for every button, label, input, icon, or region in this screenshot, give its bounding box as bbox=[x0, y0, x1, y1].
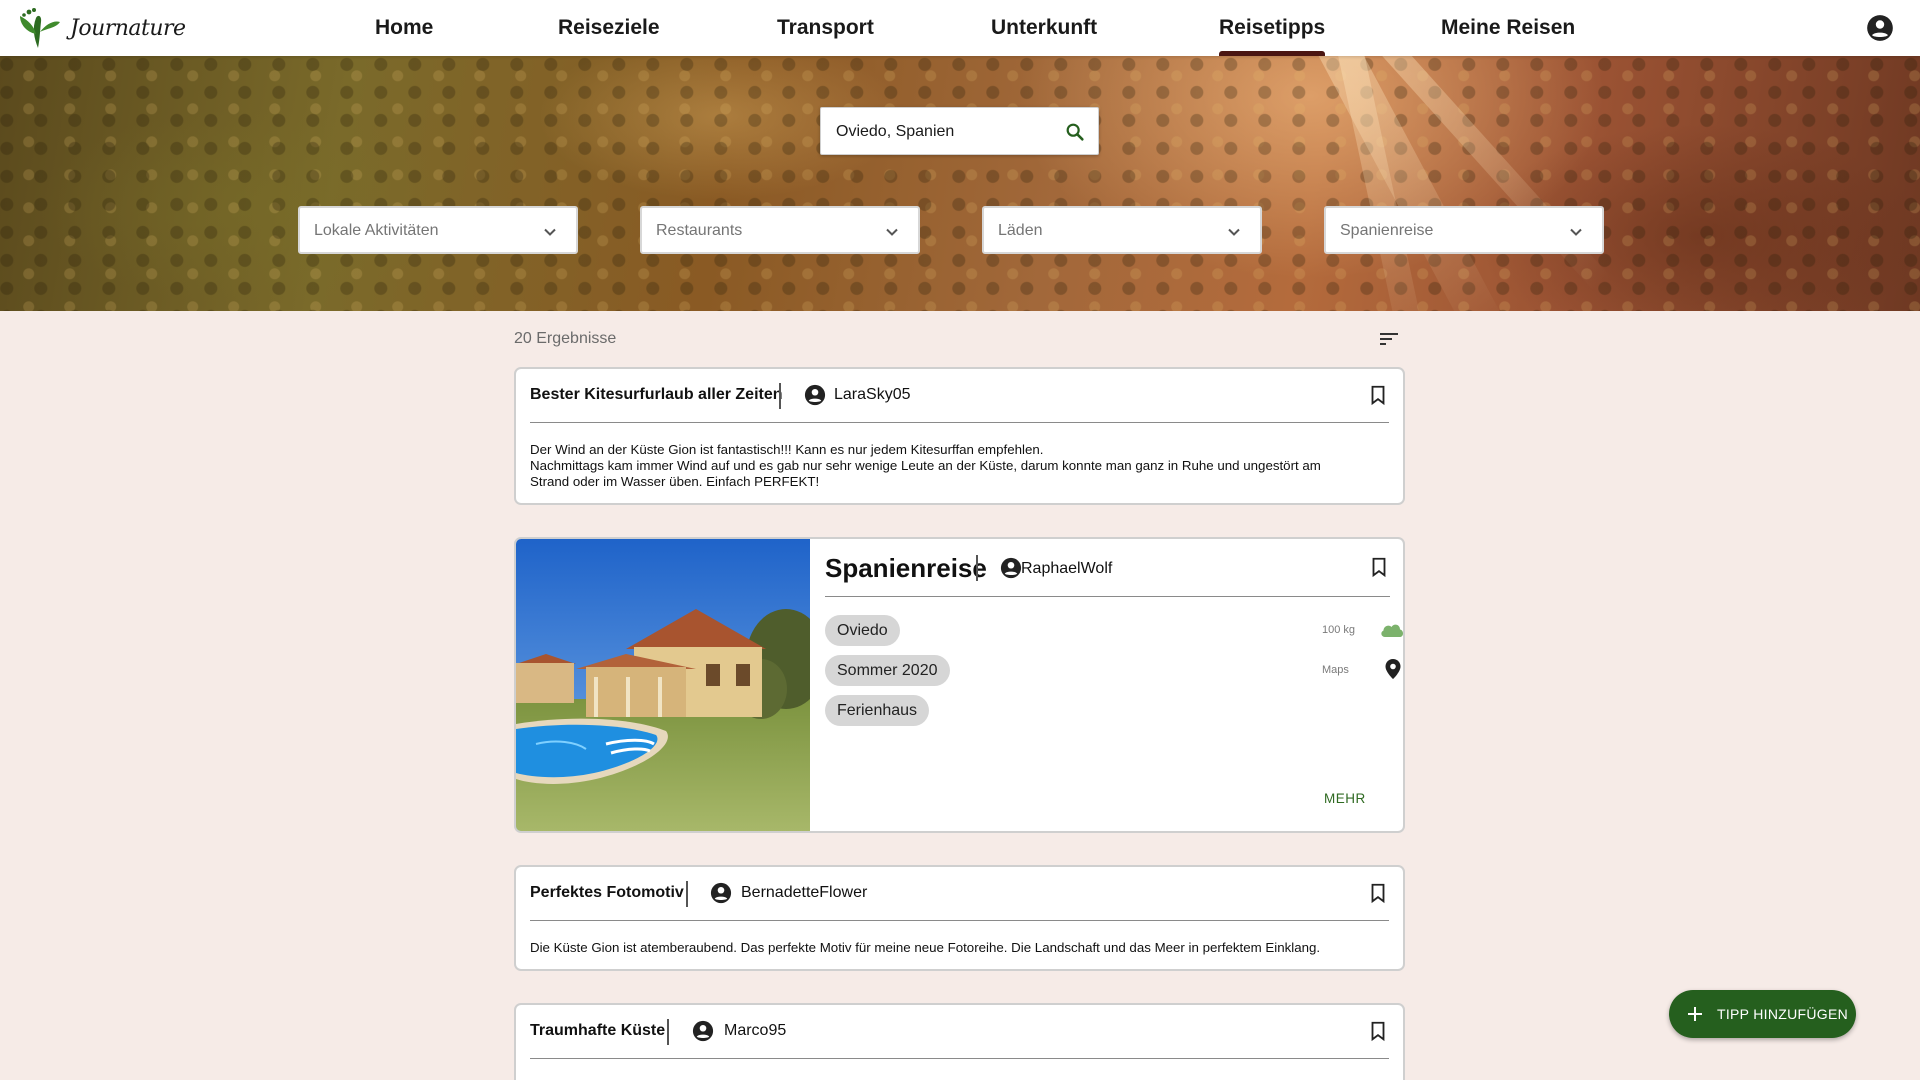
plus-icon bbox=[1688, 1007, 1702, 1021]
results-count: 20 Ergebnisse bbox=[514, 330, 617, 347]
card-text: Die Küste Gion ist atemberaubend. Das pe… bbox=[530, 940, 1367, 956]
maps-label[interactable]: Maps bbox=[1322, 664, 1349, 676]
user-icon bbox=[710, 882, 732, 904]
user-icon bbox=[1000, 557, 1022, 579]
card-header: Perfektes Fotomotiv BernadetteFlower bbox=[530, 867, 1389, 921]
nav-meine-reisen[interactable]: Meine Reisen bbox=[1441, 0, 1575, 56]
card-header: Bester Kitesurfurlaub aller Zeiten LaraS… bbox=[530, 369, 1389, 423]
bookmark-icon[interactable] bbox=[1367, 882, 1389, 904]
search-field[interactable]: Oviedo, Spanien bbox=[820, 107, 1099, 155]
nav-home[interactable]: Home bbox=[375, 0, 433, 56]
co2-label: 100 kg bbox=[1322, 624, 1356, 636]
nav-unterkunft[interactable]: Unterkunft bbox=[991, 0, 1097, 56]
more-button[interactable]: MEHR bbox=[1324, 791, 1366, 806]
bookmark-icon[interactable] bbox=[1368, 556, 1390, 578]
chevron-down-icon bbox=[886, 228, 898, 236]
trip-title: Spanienreise bbox=[825, 553, 987, 583]
filter-laeden[interactable]: Läden bbox=[982, 206, 1262, 254]
top-navigation: Journature Home Reiseziele Transport Unt… bbox=[0, 0, 1920, 56]
user-name[interactable]: LaraSky05 bbox=[834, 386, 911, 404]
bookmark-icon[interactable] bbox=[1367, 384, 1389, 406]
card-header: Traumhafte Küste Marco95 bbox=[530, 1005, 1389, 1059]
filter-restaurants[interactable]: Restaurants bbox=[640, 206, 920, 254]
chevron-down-icon bbox=[1228, 228, 1240, 236]
trip-photo bbox=[516, 539, 810, 831]
filter-label: Lokale Aktivitäten bbox=[314, 222, 439, 239]
card-title: Traumhafte Küste bbox=[530, 1022, 666, 1039]
tag-chip[interactable]: Sommer 2020 bbox=[825, 655, 950, 686]
search-icon[interactable] bbox=[1064, 121, 1086, 143]
tip-card[interactable]: Traumhafte Küste Marco95 bbox=[514, 1003, 1405, 1080]
divider bbox=[686, 881, 688, 907]
card-text-line: Nachmittags kam immer Wind auf und es ga… bbox=[530, 458, 1321, 473]
filter-label: Läden bbox=[998, 222, 1043, 239]
forest-texture bbox=[0, 56, 1920, 311]
cloud-icon bbox=[1381, 624, 1403, 637]
user-name[interactable]: RaphaelWolf bbox=[1021, 560, 1112, 578]
logo[interactable]: Journature bbox=[16, 6, 186, 50]
tag-chip[interactable]: Oviedo bbox=[825, 615, 900, 646]
divider bbox=[976, 555, 978, 581]
search-input[interactable]: Oviedo, Spanien bbox=[836, 123, 954, 141]
user-name[interactable]: Marco95 bbox=[724, 1022, 786, 1040]
tip-card[interactable]: Perfektes Fotomotiv BernadetteFlower Die… bbox=[514, 865, 1405, 971]
add-tip-label: TIPP HINZUFÜGEN bbox=[1717, 1006, 1849, 1022]
user-icon bbox=[692, 1020, 714, 1042]
tip-card[interactable]: Bester Kitesurfurlaub aller Zeiten LaraS… bbox=[514, 367, 1405, 505]
add-tip-button[interactable]: TIPP HINZUFÜGEN bbox=[1669, 990, 1856, 1038]
card-title: Bester Kitesurfurlaub aller Zeiten bbox=[530, 386, 783, 403]
map-pin-icon[interactable] bbox=[1384, 658, 1402, 680]
footprint-leaf-icon bbox=[20, 8, 60, 48]
sort-icon[interactable] bbox=[1377, 327, 1401, 351]
user-name[interactable]: BernadetteFlower bbox=[741, 884, 867, 902]
filter-label: Restaurants bbox=[656, 222, 743, 239]
card-text-line: Der Wind an der Küste Gion ist fantastis… bbox=[530, 442, 1044, 457]
chevron-down-icon bbox=[544, 228, 556, 236]
card-title: Perfektes Fotomotiv bbox=[530, 884, 684, 901]
trip-card[interactable]: Spanienreise RaphaelWolf Oviedo Sommer 2… bbox=[514, 537, 1405, 833]
card-text-line: Strand oder im Wasser üben. Einfach PERF… bbox=[530, 474, 820, 489]
filter-label: Spanienreise bbox=[1340, 222, 1434, 239]
logo-text: Journature bbox=[70, 15, 186, 41]
villa-pool-image bbox=[516, 539, 810, 831]
card-text: Der Wind an der Küste Gion ist fantastis… bbox=[530, 442, 1367, 490]
nav-reiseziele[interactable]: Reiseziele bbox=[558, 0, 660, 56]
filter-lokale-aktivitaeten[interactable]: Lokale Aktivitäten bbox=[298, 206, 578, 254]
card-header: Spanienreise RaphaelWolf bbox=[825, 539, 1390, 597]
divider bbox=[667, 1019, 669, 1045]
hero-banner bbox=[0, 56, 1920, 311]
account-icon[interactable] bbox=[1866, 14, 1894, 42]
card-text-line: Die Küste Gion ist atemberaubend. Das pe… bbox=[530, 940, 1321, 955]
bookmark-icon[interactable] bbox=[1367, 1020, 1389, 1042]
tag-chip[interactable]: Ferienhaus bbox=[825, 695, 930, 726]
filter-spanienreise[interactable]: Spanienreise bbox=[1324, 206, 1604, 254]
trip-details: Spanienreise RaphaelWolf Oviedo Sommer 2… bbox=[810, 539, 1403, 831]
chevron-down-icon bbox=[1570, 228, 1582, 236]
nav-transport[interactable]: Transport bbox=[777, 0, 874, 56]
nav-reisetipps[interactable]: Reisetipps bbox=[1219, 0, 1326, 56]
user-icon bbox=[804, 384, 826, 406]
divider bbox=[779, 383, 781, 409]
